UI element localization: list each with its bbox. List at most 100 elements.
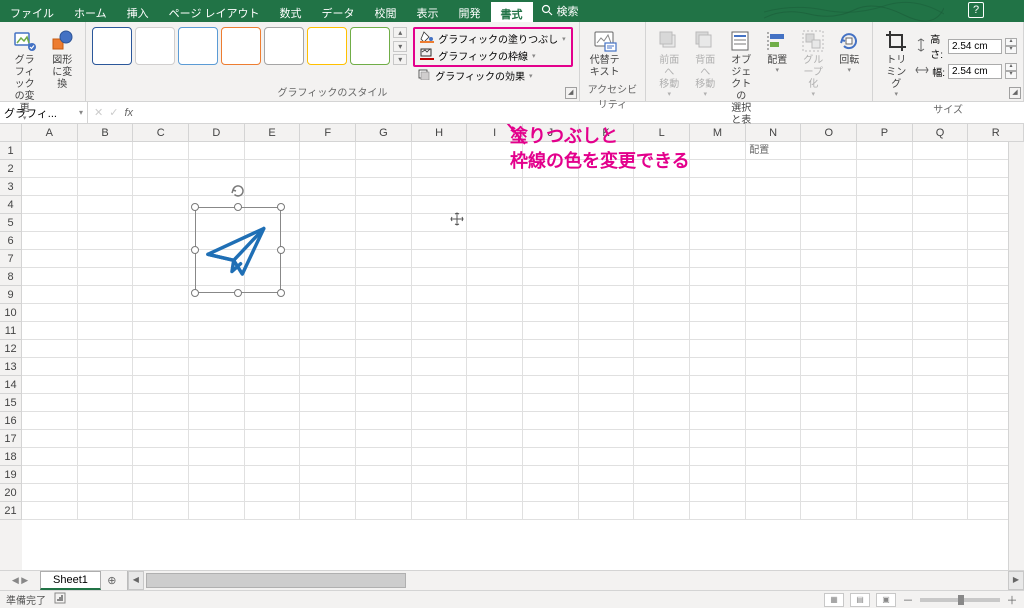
width-label: 幅: bbox=[932, 64, 945, 79]
row-header-11[interactable]: 11 bbox=[0, 322, 22, 340]
width-input[interactable] bbox=[948, 64, 1002, 79]
rotate-handle[interactable] bbox=[230, 183, 246, 199]
cells-area[interactable] bbox=[22, 142, 1024, 570]
align-button[interactable]: 配置▾ bbox=[760, 27, 794, 77]
align-icon bbox=[765, 29, 789, 53]
col-header-I[interactable]: I bbox=[467, 124, 523, 142]
graphic-fill-button[interactable]: グラフィックの塗りつぶし▾ bbox=[416, 30, 569, 47]
row-header-14[interactable]: 14 bbox=[0, 376, 22, 394]
row-header-3[interactable]: 3 bbox=[0, 178, 22, 196]
row-header-10[interactable]: 10 bbox=[0, 304, 22, 322]
col-header-K[interactable]: K bbox=[579, 124, 635, 142]
crop-button[interactable]: トリミング▾ bbox=[879, 27, 913, 101]
row-header-15[interactable]: 15 bbox=[0, 394, 22, 412]
col-header-L[interactable]: L bbox=[634, 124, 690, 142]
formula-bar: グラフィ...▾ ✕ ✓ fx bbox=[0, 102, 1024, 124]
tab-formulas[interactable]: 数式 bbox=[270, 0, 312, 22]
col-header-Q[interactable]: Q bbox=[913, 124, 969, 142]
col-header-B[interactable]: B bbox=[78, 124, 134, 142]
col-header-G[interactable]: G bbox=[356, 124, 412, 142]
col-header-R[interactable]: R bbox=[968, 124, 1024, 142]
col-header-H[interactable]: H bbox=[412, 124, 468, 142]
rotate-button[interactable]: 回転▾ bbox=[832, 27, 866, 77]
row-header-2[interactable]: 2 bbox=[0, 160, 22, 178]
styles-dialog-launcher[interactable]: ◢ bbox=[565, 87, 577, 99]
row-header-17[interactable]: 17 bbox=[0, 430, 22, 448]
select-all-corner[interactable] bbox=[0, 124, 22, 142]
tab-view[interactable]: 表示 bbox=[407, 0, 449, 22]
row-header-12[interactable]: 12 bbox=[0, 340, 22, 358]
style-preset-6[interactable] bbox=[307, 27, 347, 65]
style-preset-1[interactable] bbox=[92, 27, 132, 65]
style-preset-4[interactable] bbox=[221, 27, 261, 65]
alt-text-button[interactable]: 代替テ キスト bbox=[586, 27, 624, 81]
col-header-J[interactable]: J bbox=[523, 124, 579, 142]
col-header-A[interactable]: A bbox=[22, 124, 78, 142]
tab-format[interactable]: 書式 bbox=[491, 0, 533, 22]
style-preset-3[interactable] bbox=[178, 27, 218, 65]
sheet-tab-1[interactable]: Sheet1 bbox=[40, 571, 101, 590]
row-header-18[interactable]: 18 bbox=[0, 448, 22, 466]
gallery-up-button[interactable]: ▴ bbox=[393, 27, 407, 38]
crop-icon bbox=[884, 29, 908, 53]
enter-formula-button: ✓ bbox=[109, 106, 118, 119]
tab-home[interactable]: ホーム bbox=[64, 0, 117, 22]
col-header-N[interactable]: N bbox=[746, 124, 802, 142]
style-gallery[interactable]: ▴ ▾ ▾ bbox=[92, 27, 407, 65]
row-header-9[interactable]: 9 bbox=[0, 286, 22, 304]
row-headers: 123456789101112131415161718192021 bbox=[0, 142, 22, 570]
tab-developer[interactable]: 開発 bbox=[449, 0, 491, 22]
height-down[interactable]: ▾ bbox=[1005, 46, 1017, 54]
row-header-13[interactable]: 13 bbox=[0, 358, 22, 376]
col-header-E[interactable]: E bbox=[245, 124, 301, 142]
row-header-7[interactable]: 7 bbox=[0, 250, 22, 268]
col-header-F[interactable]: F bbox=[300, 124, 356, 142]
row-header-6[interactable]: 6 bbox=[0, 232, 22, 250]
sheet-nav[interactable]: ◀ ▶ bbox=[0, 571, 40, 590]
row-header-4[interactable]: 4 bbox=[0, 196, 22, 214]
col-header-O[interactable]: O bbox=[801, 124, 857, 142]
hscroll-thumb[interactable] bbox=[146, 573, 406, 588]
ribbon-group-arrange: 前面へ 移動▾ 背面へ 移動▾ オブジェクトの 選択と表示 配置▾ グループ化▾… bbox=[646, 22, 873, 101]
gallery-expand-button[interactable]: ▾ bbox=[393, 54, 407, 65]
hscroll-right-button[interactable]: ▶ bbox=[1008, 571, 1024, 590]
style-preset-2[interactable] bbox=[135, 27, 175, 65]
height-up[interactable]: ▴ bbox=[1005, 38, 1017, 46]
tab-insert[interactable]: 挿入 bbox=[117, 0, 159, 22]
size-dialog-launcher[interactable]: ◢ bbox=[1009, 87, 1021, 99]
help-icon[interactable]: ? bbox=[968, 2, 984, 18]
convert-to-shape-button[interactable]: 図形 に変換 bbox=[45, 27, 79, 93]
style-preset-7[interactable] bbox=[350, 27, 390, 65]
change-graphic-button[interactable]: グラフィック の変更 ▾ bbox=[6, 27, 43, 125]
tab-page-layout[interactable]: ページ レイアウト bbox=[159, 0, 270, 22]
row-header-20[interactable]: 20 bbox=[0, 484, 22, 502]
row-header-16[interactable]: 16 bbox=[0, 412, 22, 430]
col-header-M[interactable]: M bbox=[690, 124, 746, 142]
graphic-outline-button[interactable]: グラフィックの枠線▾ bbox=[416, 47, 569, 64]
selected-graphic[interactable] bbox=[195, 207, 281, 293]
gallery-down-button[interactable]: ▾ bbox=[393, 41, 407, 52]
row-header-1[interactable]: 1 bbox=[0, 142, 22, 160]
style-preset-5[interactable] bbox=[264, 27, 304, 65]
tell-me-search[interactable]: 検索 bbox=[533, 0, 587, 22]
tab-review[interactable]: 校閲 bbox=[365, 0, 407, 22]
horizontal-scrollbar[interactable]: ◀ ▶ bbox=[127, 571, 1024, 590]
width-up[interactable]: ▴ bbox=[1005, 63, 1017, 71]
hscroll-left-button[interactable]: ◀ bbox=[128, 571, 144, 590]
fx-button[interactable]: fx bbox=[124, 107, 133, 119]
width-down[interactable]: ▾ bbox=[1005, 71, 1017, 79]
col-header-C[interactable]: C bbox=[133, 124, 189, 142]
height-input[interactable] bbox=[948, 39, 1002, 54]
row-header-19[interactable]: 19 bbox=[0, 466, 22, 484]
col-header-P[interactable]: P bbox=[857, 124, 913, 142]
tab-file[interactable]: ファイル bbox=[0, 0, 64, 22]
search-icon bbox=[541, 4, 553, 19]
row-header-8[interactable]: 8 bbox=[0, 268, 22, 286]
tab-data[interactable]: データ bbox=[312, 0, 365, 22]
vertical-scrollbar[interactable] bbox=[1008, 142, 1024, 570]
graphic-effects-button[interactable]: グラフィックの効果▾ bbox=[413, 67, 572, 84]
add-sheet-button[interactable]: ⊕ bbox=[101, 571, 123, 590]
row-header-21[interactable]: 21 bbox=[0, 502, 22, 520]
row-header-5[interactable]: 5 bbox=[0, 214, 22, 232]
col-header-D[interactable]: D bbox=[189, 124, 245, 142]
